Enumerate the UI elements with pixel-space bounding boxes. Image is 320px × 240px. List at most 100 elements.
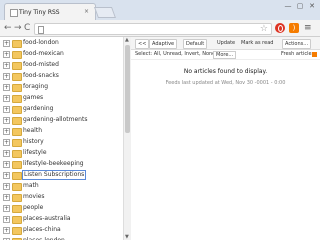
select-links[interactable]: Select: All, Unread, Invert, None [135,50,215,59]
folder-icon [12,117,22,125]
window-close-icon[interactable]: ✕ [307,2,317,10]
feed-category[interactable]: + math [0,181,120,192]
scroll-down-icon[interactable]: ▼ [125,234,129,240]
expand-icon[interactable]: + [3,95,10,102]
rss-extension-icon[interactable]: ) [289,23,299,33]
last-updated-text: Feeds last updated at Wed, Nov 30 -0001 … [165,80,286,86]
expand-icon[interactable]: + [3,194,10,201]
folder-icon [12,95,22,103]
feed-category[interactable]: + health [0,126,120,137]
feed-category[interactable]: + food-mexican [0,49,120,60]
collapse-sidebar-button[interactable]: << [135,39,150,49]
maximize-icon[interactable]: ▢ [295,2,305,10]
expand-icon[interactable]: + [3,161,10,168]
order-select[interactable]: Default [183,39,208,49]
expand-icon[interactable]: + [3,172,10,179]
folder-icon [12,172,22,180]
feed-category[interactable]: + games [0,93,120,104]
feed-label: history [23,138,44,145]
actions-menu[interactable]: Actions... [282,39,312,49]
expand-icon[interactable]: + [3,40,10,47]
scroll-up-icon[interactable]: ▲ [125,37,129,43]
folder-icon [12,40,22,48]
feed-category-selected[interactable]: + Listen Subscriptions [0,170,120,181]
tab-title: Tiny Tiny RSS [19,9,60,16]
opera-extension-icon[interactable] [275,23,285,33]
expand-icon[interactable]: + [3,73,10,80]
expand-icon[interactable]: + [3,51,10,58]
more-select[interactable]: More... [213,51,237,59]
expand-icon[interactable]: + [3,62,10,69]
expand-icon[interactable]: + [3,216,10,223]
feed-tree: + food-london + food-mexican + food-misted … [0,37,124,240]
folder-icon [12,227,22,235]
window-controls: — ▢ ✕ [283,2,317,12]
feed-category[interactable]: + food-misted [0,60,120,71]
feed-category[interactable]: + food-london [0,38,120,49]
forward-arrow-icon[interactable]: → [14,23,22,33]
feed-category[interactable]: + food-snacks [0,71,120,82]
mark-as-read-button[interactable]: Mark as read [239,39,275,47]
page-icon [38,26,44,34]
expand-icon[interactable]: + [3,117,10,124]
feed-label: people [23,204,44,211]
feed-tree-scrollbar[interactable]: ▲ ▼ [123,37,131,240]
feed-category[interactable]: + people [0,203,120,214]
headlines-toolbar: << Adaptive Default Update Mark as read … [131,37,320,50]
feed-label: gardening [23,105,54,112]
expand-icon[interactable]: + [3,106,10,113]
selection-bar: Select: All, Unread, Invert, None More..… [131,50,320,60]
feed-category[interactable]: + gardening-allotments [0,115,120,126]
expand-icon[interactable]: + [3,150,10,157]
reload-icon[interactable]: C [24,23,30,33]
feed-category[interactable]: + places-australia [0,214,120,225]
feed-category[interactable]: +places-london [0,236,120,240]
expand-icon[interactable]: + [3,227,10,234]
view-mode-select[interactable]: Adaptive [149,39,178,49]
folder-icon [12,128,22,136]
feed-label: lifestyle [23,149,47,156]
feed-category[interactable]: + history [0,137,120,148]
expand-icon[interactable]: + [3,139,10,146]
feed-label: food-snacks [23,72,59,79]
feed-label: places-china [23,226,61,233]
rss-icon[interactable] [312,52,317,57]
folder-icon [12,216,22,224]
expand-icon[interactable]: + [3,84,10,91]
browser-menu-icon[interactable]: ≡ [304,24,314,33]
feed-label: food-mexican [23,50,64,57]
expand-icon[interactable]: + [3,128,10,135]
feed-category[interactable]: + movies [0,192,120,203]
bookmark-star-icon[interactable]: ☆ [260,24,268,34]
feed-category[interactable]: + places-china [0,225,120,236]
folder-icon [12,84,22,92]
feed-label: games [23,94,44,101]
update-button[interactable]: Update [215,39,237,47]
feed-title: Fresh articles [281,51,315,57]
minimize-icon[interactable]: — [283,2,293,10]
folder-icon [12,51,22,59]
tab-close-icon[interactable]: × [84,8,89,15]
expand-icon[interactable]: + [3,205,10,212]
feed-label: math [23,182,39,189]
scrollbar-thumb[interactable] [125,45,130,133]
folder-icon [12,139,22,147]
feed-label: places-australia [23,215,71,222]
address-bar[interactable]: ☆ [34,23,272,35]
browser-tab[interactable]: Tiny Tiny RSS × [4,3,96,21]
feed-category[interactable]: + lifestyle-beekeeping [0,159,120,170]
feed-category[interactable]: + gardening [0,104,120,115]
feed-label: gardening-allotments [23,116,88,123]
folder-icon [12,194,22,202]
new-tab-button[interactable] [93,7,117,18]
feed-category[interactable]: + lifestyle [0,148,120,159]
feed-category[interactable]: + foraging [0,82,120,93]
folder-icon [12,73,22,81]
folder-icon [12,106,22,114]
page-favicon-icon [10,9,18,17]
feed-label: foraging [23,83,49,90]
back-arrow-icon[interactable]: ← [4,23,12,33]
expand-icon[interactable]: + [3,183,10,190]
browser-tab-strip: Tiny Tiny RSS × — ▢ ✕ [0,0,320,21]
folder-icon [12,150,22,158]
